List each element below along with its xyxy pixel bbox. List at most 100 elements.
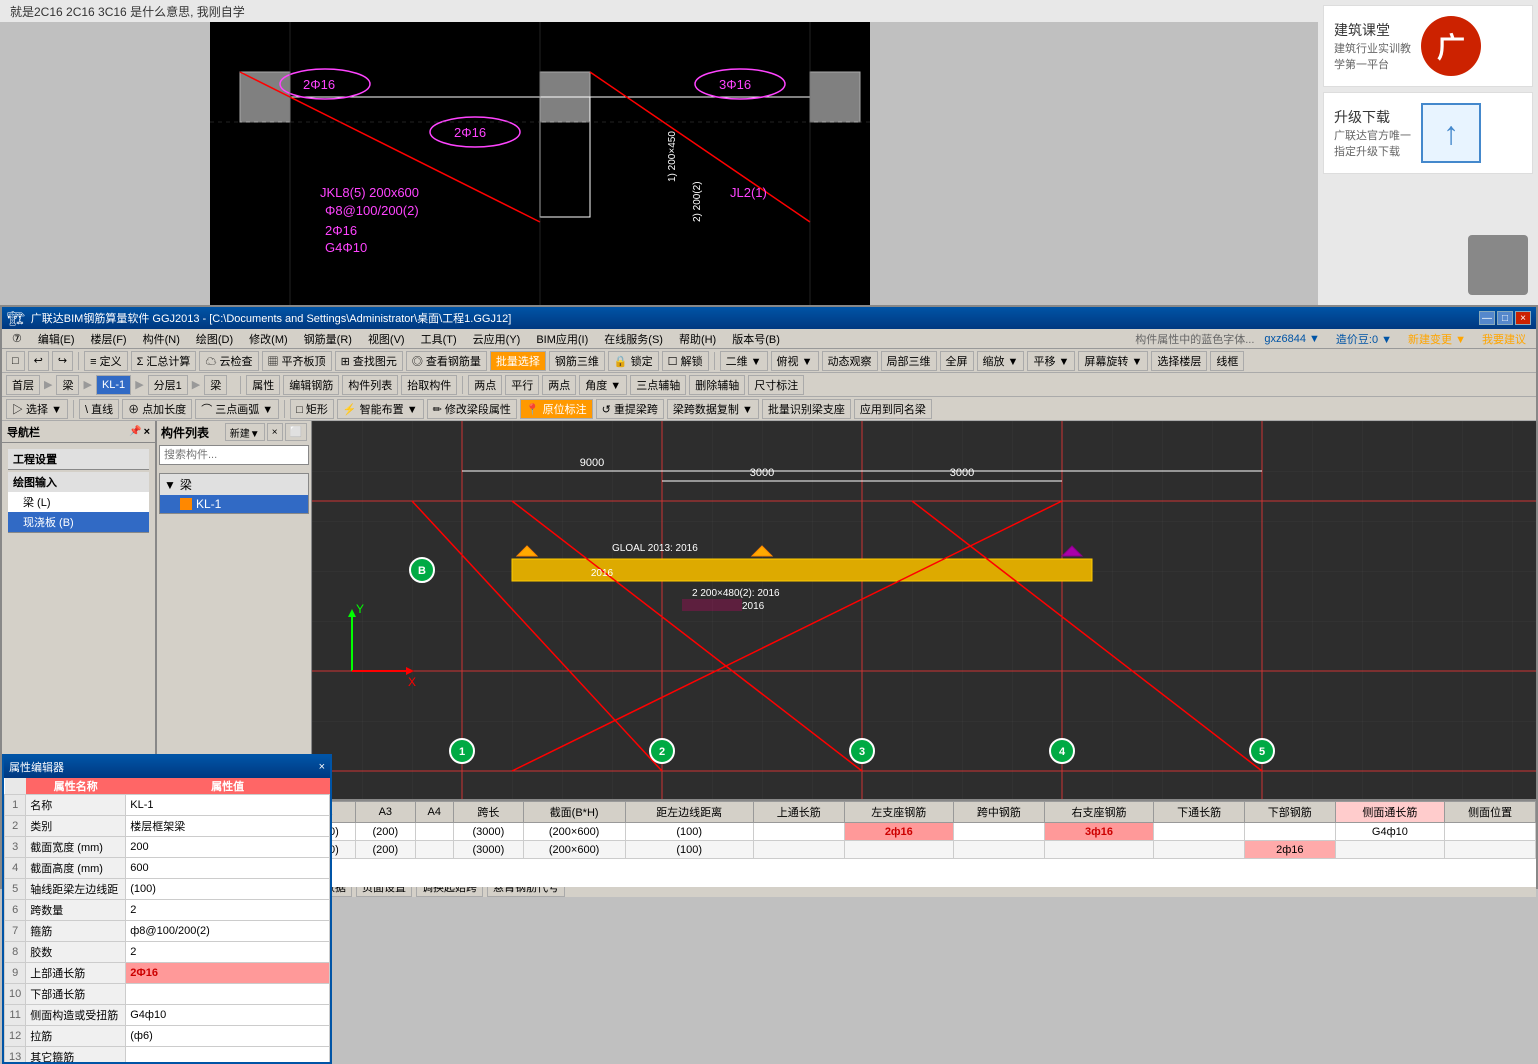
tree-beam-group[interactable]: ▼ 梁 xyxy=(160,474,308,495)
close-button[interactable]: × xyxy=(1515,311,1531,325)
row1-top-thru[interactable] xyxy=(753,823,844,841)
row1-a4[interactable] xyxy=(415,823,453,841)
row2-side-thru[interactable] xyxy=(1335,841,1445,859)
maximize-button[interactable]: □ xyxy=(1497,311,1513,325)
btn-select-floor[interactable]: 选择楼层 xyxy=(1151,351,1207,371)
tab-beam[interactable]: 梁 xyxy=(56,375,79,395)
row1-bot-steel[interactable] xyxy=(1244,823,1335,841)
prop-panel-close[interactable]: × xyxy=(319,761,325,773)
row1-side-thru[interactable]: G4ф10 xyxy=(1335,823,1445,841)
row2-section[interactable]: (200×600) xyxy=(523,841,625,859)
btn-wireframe[interactable]: 线框 xyxy=(1210,351,1244,371)
row2-a3[interactable]: (200) xyxy=(356,841,415,859)
menu-suggestion[interactable]: 我要建议 xyxy=(1476,330,1532,348)
menu-user[interactable]: gxz6844 ▼ xyxy=(1258,332,1326,346)
btn-dim-label[interactable]: 尺寸标注 xyxy=(748,375,804,395)
btn-line[interactable]: \ 直线 xyxy=(79,399,119,419)
row2-left-support[interactable] xyxy=(844,841,954,859)
btn-del-axis[interactable]: 删除辅轴 xyxy=(689,375,745,395)
btn-lock[interactable]: 🔒 锁定 xyxy=(608,351,659,371)
row2-a4[interactable] xyxy=(415,841,453,859)
btn-new[interactable]: □ xyxy=(6,351,25,371)
row2-mid-steel[interactable] xyxy=(954,841,1045,859)
btn-undo[interactable]: ↩ xyxy=(28,351,49,371)
btn-edit-rebar[interactable]: 编辑钢筋 xyxy=(283,375,339,395)
row2-left-dist[interactable]: (100) xyxy=(625,841,753,859)
menu-modify[interactable]: 修改(M) xyxy=(243,330,294,348)
tab-layer1[interactable]: 分层1 xyxy=(148,375,188,395)
btn-three-arc[interactable]: ⌒ 三点画弧 ▼ xyxy=(195,399,279,419)
menu-view[interactable]: 视图(V) xyxy=(362,330,411,348)
menu-online[interactable]: 在线服务(S) xyxy=(598,330,669,348)
minimize-button[interactable]: — xyxy=(1479,311,1495,325)
menu-help[interactable]: 帮助(H) xyxy=(673,330,722,348)
search-input[interactable] xyxy=(159,445,309,465)
btn-define[interactable]: ≡ 定义 xyxy=(84,351,127,371)
btn-modify-segment[interactable]: ✏ 修改梁段属性 xyxy=(427,399,517,419)
menu-edit[interactable]: 编辑(E) xyxy=(32,330,81,348)
btn-rect[interactable]: □ 矩形 xyxy=(290,399,334,419)
btn-three-point-axis[interactable]: 三点辅轴 xyxy=(630,375,686,395)
row1-span[interactable]: (3000) xyxy=(453,823,523,841)
row1-a3[interactable]: (200) xyxy=(356,823,415,841)
row2-span[interactable]: (3000) xyxy=(453,841,523,859)
btn-pan[interactable]: 平移 ▼ xyxy=(1027,351,1075,371)
btn-pick-component[interactable]: 抬取构件 xyxy=(401,375,457,395)
tree-item-kl1[interactable]: KL-1 xyxy=(160,495,308,513)
row1-side-pos[interactable] xyxy=(1445,823,1536,841)
menu-rebar[interactable]: 钢筋量(R) xyxy=(298,330,358,348)
nav-pin-icon[interactable]: 📌 xyxy=(129,426,141,438)
btn-2d[interactable]: 二维 ▼ xyxy=(720,351,768,371)
btn-copy-span-data[interactable]: 梁跨数据复制 ▼ xyxy=(667,399,759,419)
menu-new-change[interactable]: 新建变更 ▼ xyxy=(1402,330,1472,348)
btn-smart-place[interactable]: ⚡ 智能布置 ▼ xyxy=(337,399,424,419)
nav-project-settings[interactable]: 工程设置 xyxy=(8,449,149,469)
row2-bot-steel[interactable]: 2ф16 xyxy=(1244,841,1335,859)
btn-select[interactable]: ▷ 选择 ▼ xyxy=(6,399,68,419)
btn-unlock[interactable]: ☐ 解锁 xyxy=(662,351,709,371)
btn-local-3d[interactable]: 局部三维 xyxy=(881,351,937,371)
menu-version[interactable]: 版本号(B) xyxy=(726,330,786,348)
nav-item-slab[interactable]: 现浇板 (B) xyxy=(8,512,149,532)
menu-price[interactable]: 造价豆:0 ▼ xyxy=(1330,330,1398,348)
menu-draw[interactable]: 绘图(D) xyxy=(190,330,239,348)
btn-rotate[interactable]: 屏幕旋转 ▼ xyxy=(1078,351,1148,371)
btn-level-top[interactable]: ▦ 平齐板顶 xyxy=(262,351,332,371)
btn-point-length[interactable]: ⊕ 点加长度 xyxy=(122,399,192,419)
tab-kl1[interactable]: KL-1 xyxy=(96,375,131,395)
btn-dynamic-observe[interactable]: 动态观察 xyxy=(822,351,878,371)
btn-component-list[interactable]: 构件列表 xyxy=(342,375,398,395)
menu-file[interactable]: ⑦ xyxy=(6,331,28,346)
row1-left-support[interactable]: 2ф16 xyxy=(844,823,954,841)
row2-side-pos[interactable] xyxy=(1445,841,1536,859)
btn-delete-component[interactable]: × xyxy=(267,423,283,441)
row1-left-dist[interactable]: (100) xyxy=(625,823,753,841)
ad-building-classroom[interactable]: 建筑课堂 建筑行业实训教 学第一平台 广 xyxy=(1323,5,1533,87)
btn-calc[interactable]: Σ 汇总计算 xyxy=(131,351,197,371)
menu-component[interactable]: 构件(N) xyxy=(137,330,186,348)
btn-apply-same-name[interactable]: 应用到同名梁 xyxy=(854,399,932,419)
row1-bot-thru[interactable] xyxy=(1154,823,1245,841)
btn-view-rebar[interactable]: ◎ 查看钢筋量 xyxy=(406,351,487,371)
nav-close-icon[interactable]: × xyxy=(144,426,150,438)
row1-right-support[interactable]: 3ф16 xyxy=(1044,823,1154,841)
btn-original-mark[interactable]: 📍 原位标注 xyxy=(520,399,593,419)
row1-mid-steel[interactable] xyxy=(954,823,1045,841)
tab-beam2[interactable]: 梁 xyxy=(204,375,227,395)
row2-right-support[interactable] xyxy=(1044,841,1154,859)
tab-floor[interactable]: 首层 xyxy=(6,375,40,395)
ad-upgrade-download[interactable]: 升级下载 广联达官方唯一 指定升级下载 ↑ xyxy=(1323,92,1533,174)
menu-cloud[interactable]: 云应用(Y) xyxy=(467,330,527,348)
btn-find-elem[interactable]: ⊞ 查找图元 xyxy=(335,351,403,371)
btn-batch-identify[interactable]: 批量识别梁支座 xyxy=(762,399,851,419)
btn-two-points2[interactable]: 两点 xyxy=(542,375,576,395)
btn-reextract-span[interactable]: ↺ 重提梁跨 xyxy=(596,399,664,419)
btn-properties[interactable]: 属性 xyxy=(246,375,280,395)
row2-top-thru[interactable] xyxy=(753,841,844,859)
nav-item-beam[interactable]: 梁 (L) xyxy=(8,492,149,512)
btn-cloud-check[interactable]: ☁ 云检查 xyxy=(199,351,258,371)
btn-fullscreen[interactable]: 全屏 xyxy=(940,351,974,371)
menu-floor[interactable]: 楼层(F) xyxy=(85,330,133,348)
btn-two-points[interactable]: 两点 xyxy=(468,375,502,395)
btn-parallel[interactable]: 平行 xyxy=(505,375,539,395)
